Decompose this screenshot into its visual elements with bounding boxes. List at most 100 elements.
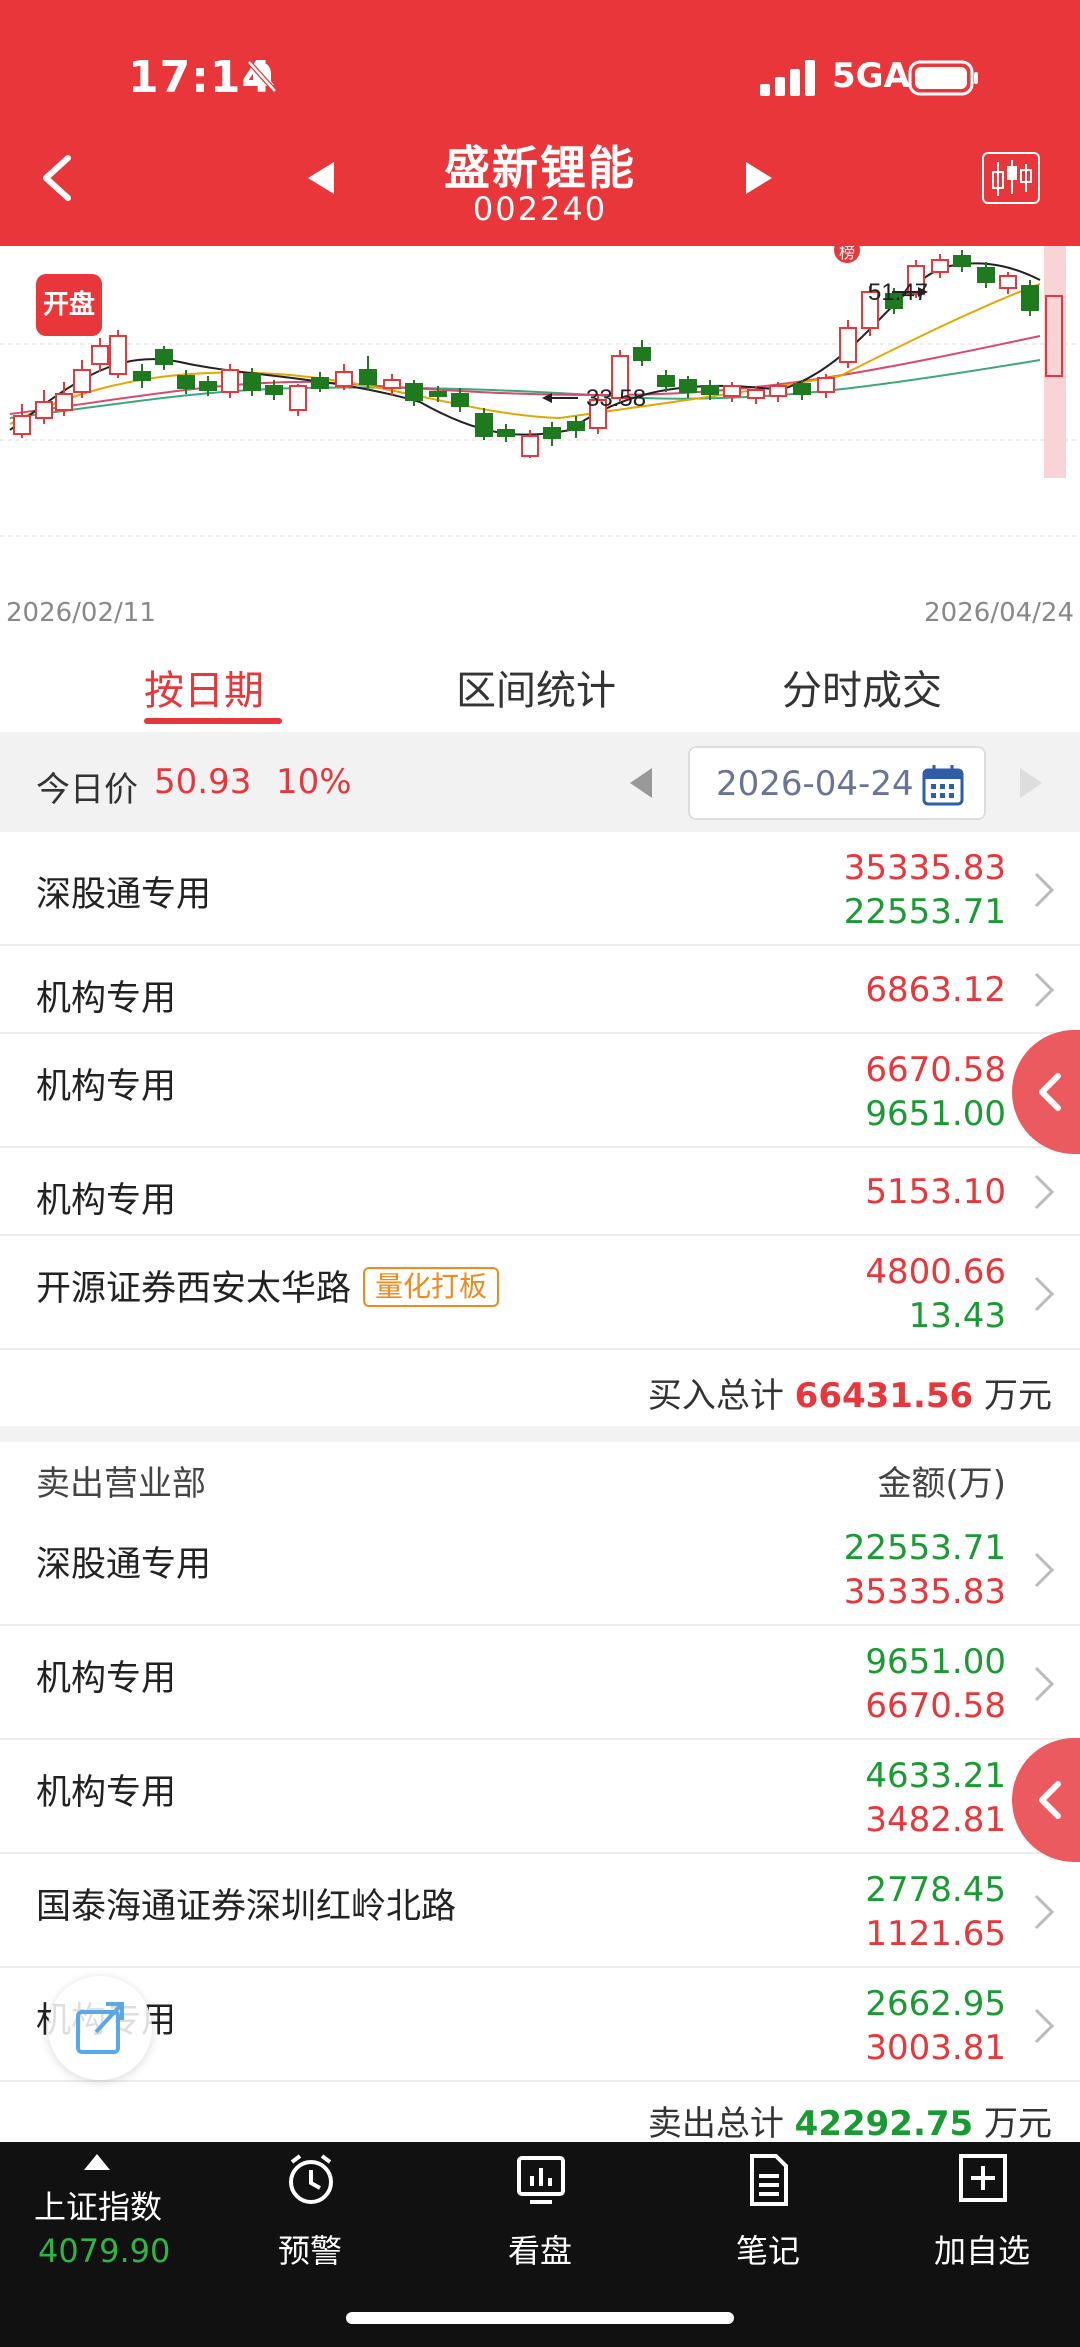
candle-body	[155, 349, 173, 365]
battery-icon	[908, 60, 978, 96]
candlestick-icon	[992, 160, 1032, 196]
today-price-change: 10%	[276, 762, 352, 802]
nav-label: 笔记	[735, 2232, 800, 2270]
candle-body	[769, 385, 787, 397]
alarm-clock-icon	[289, 2154, 333, 2204]
candle-body	[383, 379, 401, 389]
nav-watch[interactable]: 看盘	[470, 2152, 610, 2292]
list-item[interactable]: 机构专用 9651.00 6670.58	[0, 1626, 1080, 1740]
tab-intraday-trades[interactable]: 分时成交	[782, 658, 942, 716]
candle-body	[977, 267, 995, 283]
low-price-label: 33.58	[586, 385, 646, 412]
seat-tag: 量化打板	[363, 1267, 500, 1307]
seat-name: 机构专用	[36, 1067, 177, 1107]
list-item[interactable]: 机构专用 6863.12	[0, 946, 1080, 1034]
monitor-chart-icon	[517, 2156, 565, 2204]
note-icon	[750, 2154, 788, 2206]
list-item[interactable]: 国泰海通证券深圳红岭北路 2778.45 1121.65	[0, 1854, 1080, 1968]
home-indicator	[346, 2312, 734, 2324]
tab-by-date[interactable]: 按日期	[144, 658, 264, 716]
nav-add-watchlist[interactable]: 加自选	[912, 2152, 1052, 2292]
chevron-right-icon	[1034, 1666, 1055, 1702]
candle-body	[497, 429, 515, 437]
sell-amount: 2778.45	[865, 1870, 1006, 1910]
sell-total-value: 42292.75	[794, 2104, 974, 2144]
sell-amount: 22553.71	[843, 892, 1006, 932]
candle-body	[567, 421, 585, 431]
buy-total: 买入总计 66431.56 万元	[648, 1368, 1052, 1417]
section-divider	[0, 1426, 1080, 1442]
candle-body	[55, 393, 73, 411]
list-item[interactable]: 深股通专用 35335.83 22553.71	[0, 832, 1080, 946]
prev-date-button[interactable]	[626, 766, 656, 800]
chevron-right-icon	[1034, 1894, 1055, 1930]
today-price-label: 今日价	[36, 770, 138, 810]
next-date-button[interactable]	[1016, 766, 1046, 800]
candle-body	[243, 373, 261, 391]
nav-notes[interactable]: 笔记	[698, 2152, 838, 2292]
buy-total-value: 66431.56	[794, 1376, 974, 1416]
prev-stock-button[interactable]	[302, 158, 338, 198]
candle-body	[793, 383, 811, 395]
sell-total: 卖出总计 42292.75 万元	[648, 2096, 1052, 2145]
seat-name: 开源证券西安太华路	[36, 1269, 352, 1309]
candle-body	[289, 385, 307, 411]
share-button[interactable]	[48, 1976, 152, 2080]
caret-up-icon	[84, 2154, 110, 2170]
candle-body	[311, 377, 329, 389]
chart-end-date: 2026/04/24	[924, 598, 1074, 628]
candle-body	[679, 379, 697, 393]
list-item[interactable]: 开源证券西安太华路 量化打板 4800.66 13.43	[0, 1236, 1080, 1350]
sell-total-label: 卖出总计	[647, 2104, 784, 2144]
list-item[interactable]: 机构专用 5153.10	[0, 1148, 1080, 1236]
chevron-right-icon	[1034, 1276, 1055, 1312]
buy-amount: 3482.81	[865, 1800, 1006, 1840]
candle-body	[953, 255, 971, 267]
sell-header: 卖出营业部 金额(万)	[0, 1442, 1080, 1512]
candle-body	[35, 401, 53, 419]
back-button[interactable]	[30, 148, 82, 208]
candle-body	[451, 393, 469, 407]
tab-range-stats[interactable]: 区间统计	[456, 658, 616, 716]
buy-amount: 6670.58	[865, 1050, 1006, 1090]
candle-body	[133, 371, 151, 381]
next-stock-button[interactable]	[742, 158, 778, 198]
candle-body	[73, 369, 91, 393]
kline-toggle-button[interactable]	[982, 152, 1040, 204]
candle-body	[405, 383, 423, 401]
buy-total-unit: 万元	[984, 1376, 1052, 1416]
list-item[interactable]: 机构专用 6670.58 9651.00	[0, 1034, 1080, 1148]
today-price-value: 50.93	[154, 762, 252, 802]
seat-name: 深股通专用	[36, 1545, 212, 1585]
candle-body	[13, 415, 31, 435]
candle-body	[633, 347, 651, 361]
candle-body	[177, 375, 195, 389]
date-picker[interactable]: 2026-04-24	[688, 746, 986, 820]
buy-amount: 3003.81	[865, 2028, 1006, 2068]
chevron-right-icon	[1034, 872, 1055, 908]
price-bar: 今日价 50.93 10% 2026-04-24	[0, 732, 1080, 832]
kline-chart[interactable]: 51.47 33.58 榜 榜 榜 开盘 2026/02/11 2026/04/…	[0, 169, 1080, 634]
list-item[interactable]: 机构专用 4633.21 3482.81	[0, 1740, 1080, 1854]
chevron-left-icon	[1039, 1781, 1061, 1819]
buy-amount: 5153.10	[865, 1172, 1006, 1212]
list-item[interactable]: 深股通专用 22553.71 35335.83	[0, 1512, 1080, 1626]
chevron-right-icon	[1034, 1174, 1055, 1210]
candle-body	[199, 381, 217, 391]
candle-body	[657, 375, 675, 387]
stock-name: 盛新锂能	[444, 141, 636, 195]
bell-muted-icon	[247, 60, 277, 93]
list-item[interactable]: 机构专用 2662.95 3003.81	[0, 1968, 1080, 2082]
nav-alert[interactable]: 预警	[240, 2152, 380, 2292]
signal-icon	[760, 60, 815, 96]
tab-active-indicator	[144, 718, 282, 724]
candle-body	[723, 385, 741, 397]
sell-amount: 9651.00	[865, 1094, 1006, 1134]
open-badge: 开盘	[36, 274, 102, 336]
chevron-right-icon	[1034, 2008, 1055, 2044]
app-header: 17:14 5GA 盛新锂能 002240	[0, 0, 1080, 246]
candle-body	[475, 413, 493, 437]
sell-amount: 22553.71	[843, 1528, 1006, 1568]
buy-total-label: 买入总计	[647, 1376, 784, 1416]
sell-amount: 2662.95	[865, 1984, 1006, 2024]
